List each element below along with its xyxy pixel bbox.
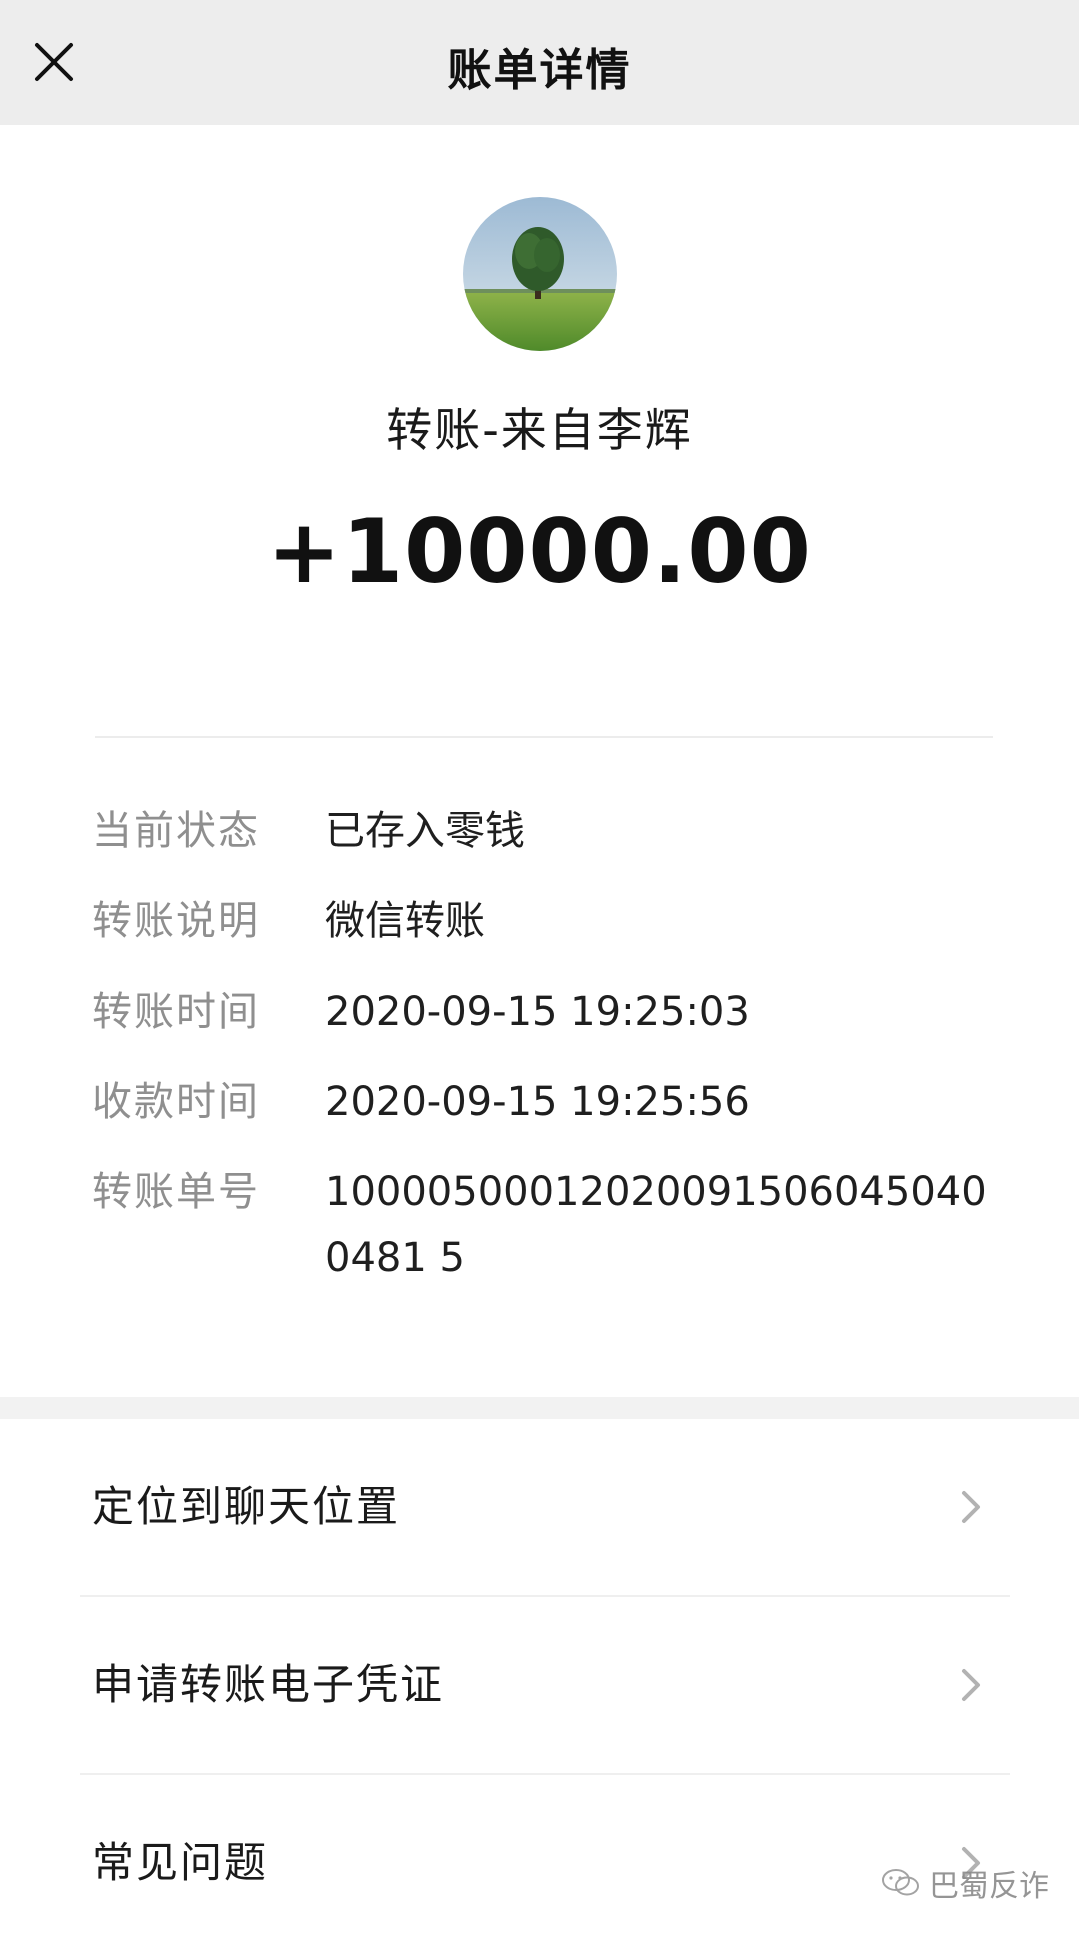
apply-e-voucher-button[interactable]: 申请转账电子凭证 [0,1597,1079,1773]
detail-label: 收款时间 [92,1079,260,1125]
divider [95,736,993,738]
detail-label: 转账单号 [92,1169,260,1215]
wechat-icon [882,1869,919,1896]
detail-label: 转账说明 [92,898,260,944]
chevron-right-icon [962,1669,980,1701]
bill-detail-page: 账单详情 转账-来自李辉 +10000.00 当前状态 已存入零钱 转账说明 微… [0,0,1079,1943]
page-title: 账单详情 [447,45,632,96]
locate-chat-button[interactable]: 定位到聊天位置 [0,1419,1079,1595]
payer-text: 转账-来自李辉 [386,403,693,457]
avatar [463,197,617,351]
amount-text: +10000.00 [267,500,812,603]
watermark-text: 巴蜀反诈 [929,1869,1049,1904]
tree-landscape-avatar [463,197,617,351]
action-label: 常见问题 [92,1838,269,1887]
detail-value: 2020-09-15 19:25:03 [325,989,750,1035]
watermark: 巴蜀反诈 [881,1861,1049,1905]
detail-value: 已存入零钱 [325,808,525,854]
detail-value: 100005000120200915060450400481 5 [325,1169,987,1281]
chevron-right-icon [962,1491,980,1523]
detail-value: 微信转账 [325,898,485,944]
faq-button[interactable]: 常见问题 [0,1775,1079,1943]
action-label: 申请转账电子凭证 [92,1660,445,1709]
detail-label: 当前状态 [92,808,260,854]
section-gap [0,1397,1079,1419]
detail-label: 转账时间 [92,989,260,1035]
detail-value: 2020-09-15 19:25:56 [325,1079,750,1125]
top-bar: 账单详情 [0,0,1079,125]
action-label: 定位到聊天位置 [92,1482,401,1531]
